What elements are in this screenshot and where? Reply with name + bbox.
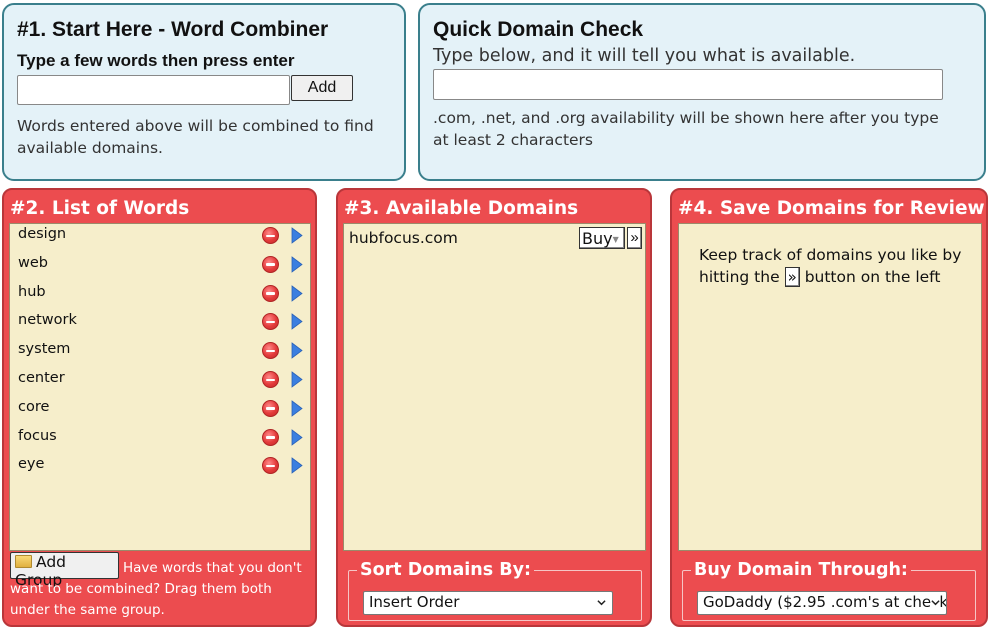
- available-domains-title: #3. Available Domains: [344, 198, 579, 219]
- arrow-right-icon[interactable]: [291, 227, 303, 244]
- word-label: system: [18, 341, 71, 358]
- sort-legend: Sort Domains By:: [357, 558, 535, 582]
- arrow-right-icon[interactable]: [291, 255, 303, 273]
- buy-domain-button[interactable]: Buy▼: [579, 227, 625, 249]
- word-row[interactable]: hub: [10, 282, 310, 310]
- sort-fieldset: Sort Domains By: Insert Order: [348, 558, 642, 621]
- quick-check-title: Quick Domain Check: [433, 18, 644, 41]
- word-row[interactable]: design: [10, 224, 310, 252]
- word-label: eye: [18, 456, 45, 473]
- review-note: Keep track of domains you like by hittin…: [699, 244, 969, 288]
- word-row[interactable]: core: [10, 397, 310, 425]
- buy-label: Buy: [582, 228, 613, 248]
- chevron-down-icon: [597, 600, 606, 606]
- word-list: design web hub network system center core focus…: [9, 223, 311, 551]
- arrow-right-icon[interactable]: [291, 313, 303, 331]
- buy-through-fieldset: Buy Domain Through: GoDaddy ($2.95 .com'…: [682, 558, 976, 621]
- review-list: Keep track of domains you like by hittin…: [678, 223, 982, 551]
- remove-word-icon[interactable]: [262, 371, 279, 388]
- buy-through-legend: Buy Domain Through:: [691, 558, 911, 582]
- word-row[interactable]: system: [10, 339, 310, 367]
- word-row[interactable]: eye: [10, 454, 310, 482]
- word-row[interactable]: focus: [10, 426, 310, 454]
- remove-word-icon[interactable]: [262, 284, 279, 302]
- arrow-right-icon[interactable]: [291, 457, 303, 475]
- word-list-title: #2. List of Words: [10, 198, 190, 219]
- word-row[interactable]: center: [10, 368, 310, 396]
- registrar-selected-value: GoDaddy ($2.95 .com's at checkout): [703, 593, 947, 611]
- review-inline-button: »: [784, 267, 800, 287]
- word-label: core: [18, 398, 50, 415]
- word-label: network: [18, 312, 77, 329]
- word-combiner-panel: #1. Start Here - Word Combiner Type a fe…: [2, 3, 406, 181]
- word-row[interactable]: network: [10, 310, 310, 338]
- quick-check-note: .com, .net, and .org availability will b…: [433, 109, 939, 149]
- add-word-button[interactable]: Add: [291, 75, 353, 101]
- sort-select[interactable]: Insert Order: [363, 591, 613, 615]
- word-combiner-note: Words entered above will be combined to …: [17, 117, 374, 157]
- list-item: hubfocus.com Buy▼ »: [344, 224, 645, 252]
- review-panel: #4. Save Domains for Review Keep track o…: [670, 188, 988, 627]
- remove-word-icon[interactable]: [262, 342, 279, 360]
- word-label: hub: [18, 283, 46, 300]
- quick-check-subtitle: Type below, and it will tell you what is…: [433, 46, 856, 66]
- word-list-panel: #2. List of Words design web hub network sys…: [2, 188, 317, 627]
- word-label: design: [18, 226, 67, 242]
- registrar-select[interactable]: GoDaddy ($2.95 .com's at checkout): [697, 591, 947, 615]
- remove-word-icon[interactable]: [262, 255, 279, 273]
- remove-word-icon[interactable]: [262, 428, 279, 446]
- arrow-right-icon[interactable]: [291, 428, 303, 446]
- remove-word-icon[interactable]: [262, 227, 279, 244]
- sort-selected-value: Insert Order: [369, 593, 460, 611]
- review-note-text-end: button on the left: [804, 268, 941, 286]
- arrow-right-icon[interactable]: [291, 371, 303, 388]
- arrow-right-icon[interactable]: [291, 399, 303, 417]
- word-label: focus: [18, 427, 57, 444]
- available-domains-list: hubfocus.com Buy▼ »: [343, 223, 646, 551]
- word-label: center: [18, 370, 65, 386]
- word-input[interactable]: [17, 75, 290, 105]
- arrow-right-icon[interactable]: [291, 342, 303, 359]
- word-label: web: [18, 254, 48, 271]
- domain-name: hubfocus.com: [349, 229, 458, 247]
- word-row[interactable]: web: [10, 253, 310, 281]
- remove-word-icon[interactable]: [262, 457, 279, 475]
- caret-down-icon: ▼: [612, 234, 619, 244]
- word-combiner-subtitle: Type a few words then press enter: [17, 51, 295, 70]
- remove-word-icon[interactable]: [262, 313, 279, 331]
- word-combiner-title: #1. Start Here - Word Combiner: [17, 18, 329, 41]
- group-note: Have words that you don't want to be com…: [10, 560, 302, 618]
- review-title: #4. Save Domains for Review: [678, 198, 985, 219]
- arrow-right-icon[interactable]: [291, 284, 303, 302]
- quick-domain-check-panel: Quick Domain Check Type below, and it wi…: [418, 3, 986, 181]
- remove-word-icon[interactable]: [262, 399, 279, 417]
- chevron-down-icon: [931, 598, 940, 607]
- quick-check-input[interactable]: [433, 69, 943, 100]
- available-domains-panel: #3. Available Domains hubfocus.com Buy▼ …: [336, 188, 652, 627]
- save-for-review-button[interactable]: »: [627, 227, 642, 249]
